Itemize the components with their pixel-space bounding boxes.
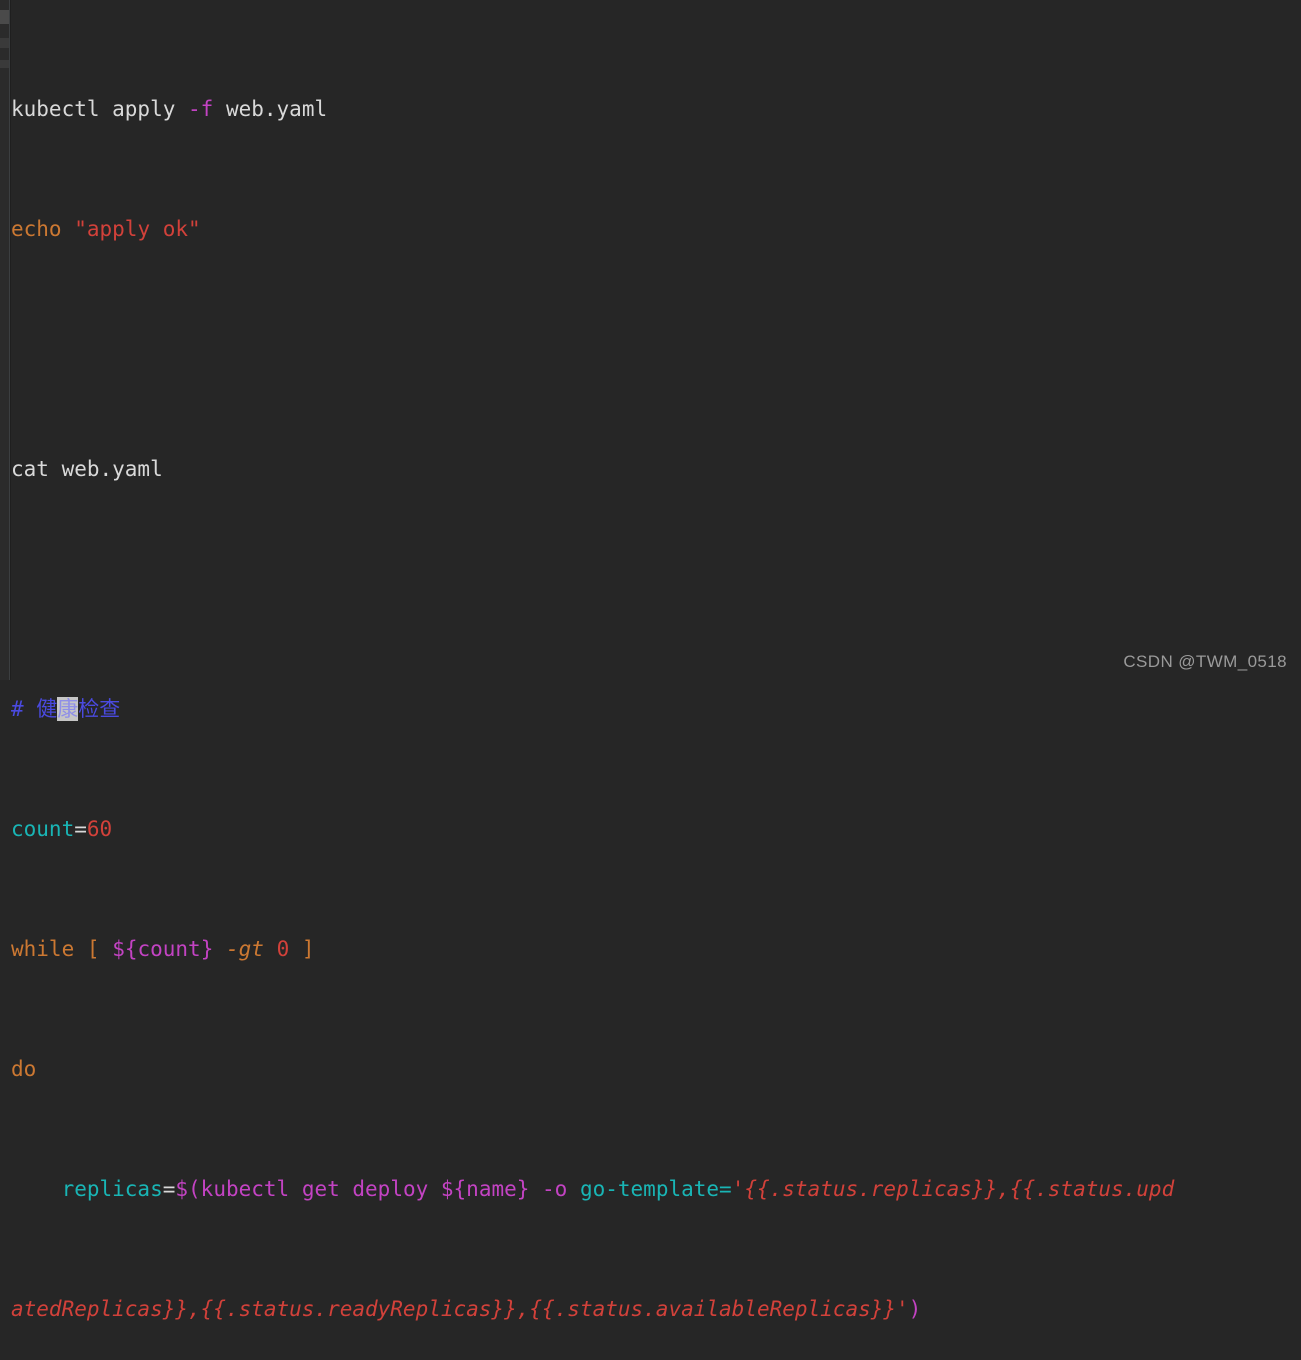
token-operator: = [74, 817, 87, 841]
token-subshell: ) [908, 1297, 922, 1321]
token-flag: -f [188, 97, 214, 121]
token-bracket: ] [301, 937, 315, 961]
token-bracket: [ [86, 937, 100, 961]
code-line-blank[interactable] [11, 334, 1301, 364]
code-line[interactable]: do [11, 1054, 1301, 1084]
token-string: '{{.status.replicas}},{{.status.upd [731, 1177, 1175, 1201]
code-line[interactable]: echo "apply ok" [11, 214, 1301, 244]
code-line-comment[interactable]: # 健康检查 [11, 694, 1301, 724]
token-command: kubectl apply [11, 97, 189, 121]
token-subshell: $(kubectl get deploy ${name} -o [175, 1177, 580, 1201]
token-command: cat web.yaml [11, 457, 163, 481]
token-keyword: do [11, 1057, 37, 1081]
token-string: "apply ok" [74, 217, 201, 241]
token-comment: # 健 [11, 697, 58, 721]
code-line-blank[interactable] [11, 574, 1301, 604]
code-editor[interactable]: kubectl apply -f web.yaml echo "apply ok… [0, 0, 1301, 1321]
code-line-wrapped[interactable]: atedReplicas}},{{.status.readyReplicas}}… [11, 1294, 1301, 1324]
token-comment: 检查 [78, 697, 121, 721]
code-line[interactable]: kubectl apply -f web.yaml [11, 94, 1301, 124]
token-number: 0 [276, 937, 290, 961]
gutter-marker[interactable] [0, 38, 9, 48]
token-variable: ${count} [112, 937, 214, 961]
token-builtin: echo [11, 217, 62, 241]
gutter-marker[interactable] [0, 60, 9, 68]
token-string: atedReplicas}},{{.status.readyReplicas}}… [11, 1297, 909, 1321]
editor-gutter[interactable] [0, 0, 10, 680]
token-arg: web.yaml [213, 97, 328, 121]
token-variable-name: replicas [61, 1177, 163, 1201]
code-line[interactable]: cat web.yaml [11, 454, 1301, 484]
token-operator: = [162, 1177, 176, 1201]
watermark: CSDN @TWM_0518 [1123, 652, 1287, 671]
code-line[interactable]: replicas=$(kubectl get deploy ${name} -o… [11, 1174, 1301, 1204]
token-number: 60 [86, 817, 113, 841]
gutter-marker[interactable] [0, 10, 9, 24]
token-operator: = [719, 1177, 732, 1201]
code-content[interactable]: kubectl apply -f web.yaml echo "apply ok… [11, 0, 1301, 1321]
text-caret: 康 [57, 697, 79, 721]
code-line[interactable]: count=60 [11, 814, 1301, 844]
token-variable-name: count [11, 817, 75, 841]
code-line[interactable]: while [ ${count} -gt 0 ] [11, 934, 1301, 964]
token-flag: -gt [226, 937, 264, 961]
token-option: go-template [579, 1177, 720, 1201]
token-keyword: while [11, 937, 75, 961]
